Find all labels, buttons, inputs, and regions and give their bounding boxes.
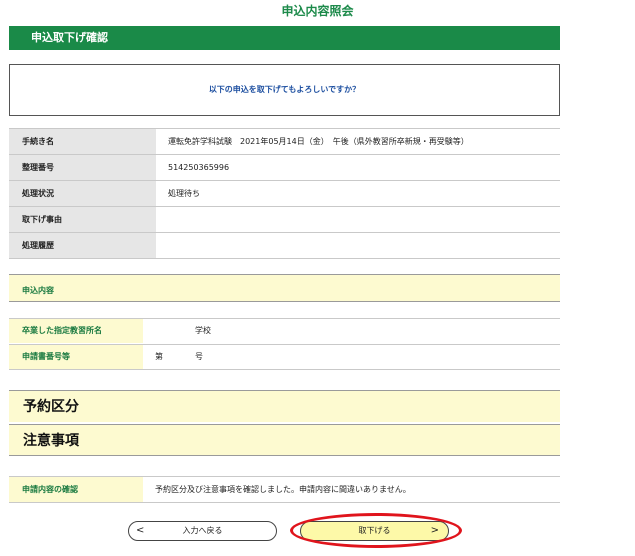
- application-info-table: 手続き名 運転免許学科試験 2021年05月14日（金） 午後（県外教習所卒新規…: [9, 128, 560, 259]
- row-label: 取下げ事由: [9, 206, 156, 233]
- confirm-message-box: 以下の申込を取下げてもよろしいですか？: [9, 64, 560, 116]
- page-title: 申込内容照会: [281, 4, 354, 18]
- chevron-left-icon: <: [136, 525, 145, 536]
- row-value: [156, 232, 560, 259]
- red-highlight-ellipse: [290, 513, 462, 548]
- back-to-input-button[interactable]: < 入力へ戻る: [128, 521, 277, 541]
- confirm-message: 以下の申込を取下げてもよろしいですか？: [208, 85, 361, 94]
- confirmation-row: 申請内容の確認 予約区分及び注意事項を確認しました。申請内容に間違いありません。: [9, 476, 560, 503]
- row-label: 処理状況: [9, 180, 156, 207]
- row-value: 運転免許学科試験 2021年05月14日（金） 午後（県外教習所卒新規・再受験等…: [156, 128, 560, 155]
- application-section-band: 申込内容: [9, 274, 560, 302]
- table-row: 処理状況 処理待ち: [9, 180, 560, 207]
- table-row: 処理履歴: [9, 232, 560, 259]
- certificate-label: 申請書番号等: [9, 345, 143, 369]
- certificate-value: 第 号: [155, 352, 203, 361]
- school-label: 卒業した指定教習所名: [9, 319, 143, 343]
- table-row: 整理番号 514250365996: [9, 154, 560, 181]
- application-section-label: 申込内容: [22, 286, 54, 295]
- row-value: 処理待ち: [156, 180, 560, 207]
- certificate-row: 申請書番号等 第 号: [9, 344, 560, 370]
- row-value: 514250365996: [156, 154, 560, 181]
- back-button-label: 入力へ戻る: [182, 526, 223, 535]
- row-label: 処理履歴: [9, 232, 156, 259]
- confirmation-value: 予約区分及び注意事項を確認しました。申請内容に間違いありません。: [155, 485, 411, 494]
- confirmation-label: 申請内容の確認: [9, 477, 143, 502]
- notes-band: 注意事項: [9, 424, 560, 456]
- row-value: [156, 206, 560, 233]
- section-header: 申込取下げ確認: [9, 26, 560, 50]
- table-row: 手続き名 運転免許学科試験 2021年05月14日（金） 午後（県外教習所卒新規…: [9, 128, 560, 155]
- row-label: 整理番号: [9, 154, 156, 181]
- notes-label: 注意事項: [23, 433, 79, 449]
- reservation-label: 予約区分: [23, 399, 79, 415]
- school-row: 卒業した指定教習所名 学校: [9, 318, 560, 343]
- reservation-band: 予約区分: [9, 390, 560, 422]
- table-row: 取下げ事由: [9, 206, 560, 233]
- school-value: 学校: [155, 326, 211, 335]
- row-label: 手続き名: [9, 128, 156, 155]
